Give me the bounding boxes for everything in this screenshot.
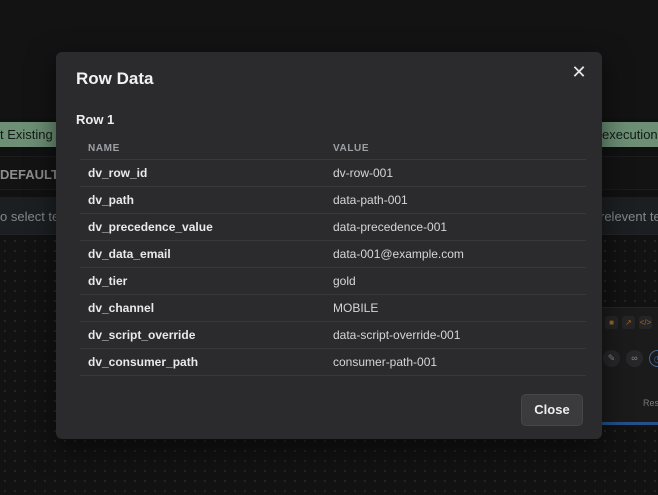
- field-name: dv_path: [80, 186, 323, 214]
- table-row: dv_channel MOBILE: [80, 294, 586, 322]
- row-section-title: Row 1: [76, 112, 115, 127]
- field-value: consumer-path-001: [323, 348, 586, 376]
- table-header-row: NAME VALUE: [80, 138, 586, 160]
- field-value: data-path-001: [323, 186, 586, 214]
- table-row: dv_script_override data-script-override-…: [80, 321, 586, 349]
- field-name: dv_channel: [80, 294, 323, 322]
- table-row: dv_data_email data-001@example.com: [80, 240, 586, 268]
- row-data-modal: Row Data ✕ Row 1 NAME VALUE dv_row_id dv…: [56, 52, 602, 439]
- table-row: dv_precedence_value data-precedence-001: [80, 213, 586, 241]
- field-value: data-001@example.com: [323, 240, 586, 268]
- modal-title: Row Data: [76, 69, 154, 88]
- field-name: dv_data_email: [80, 240, 323, 268]
- close-button[interactable]: Close: [521, 394, 583, 426]
- field-value: data-script-override-001: [323, 321, 586, 349]
- field-value: data-precedence-001: [323, 213, 586, 241]
- field-name: dv_tier: [80, 267, 323, 295]
- field-name: dv_precedence_value: [80, 213, 323, 241]
- field-name: dv_consumer_path: [80, 348, 323, 376]
- column-header-value: VALUE: [323, 138, 586, 160]
- field-value: dv-row-001: [323, 159, 586, 187]
- close-icon[interactable]: ✕: [570, 63, 588, 81]
- field-name: dv_row_id: [80, 159, 323, 187]
- field-name: dv_script_override: [80, 321, 323, 349]
- table-row: dv_consumer_path consumer-path-001: [80, 348, 586, 376]
- column-header-name: NAME: [80, 138, 323, 160]
- table-row: dv_row_id dv-row-001: [80, 159, 586, 187]
- table-row: dv_tier gold: [80, 267, 586, 295]
- row-data-table: NAME VALUE dv_row_id dv-row-001 dv_path …: [80, 138, 586, 376]
- field-value: gold: [323, 267, 586, 295]
- field-value: MOBILE: [323, 294, 586, 322]
- table-row: dv_path data-path-001: [80, 186, 586, 214]
